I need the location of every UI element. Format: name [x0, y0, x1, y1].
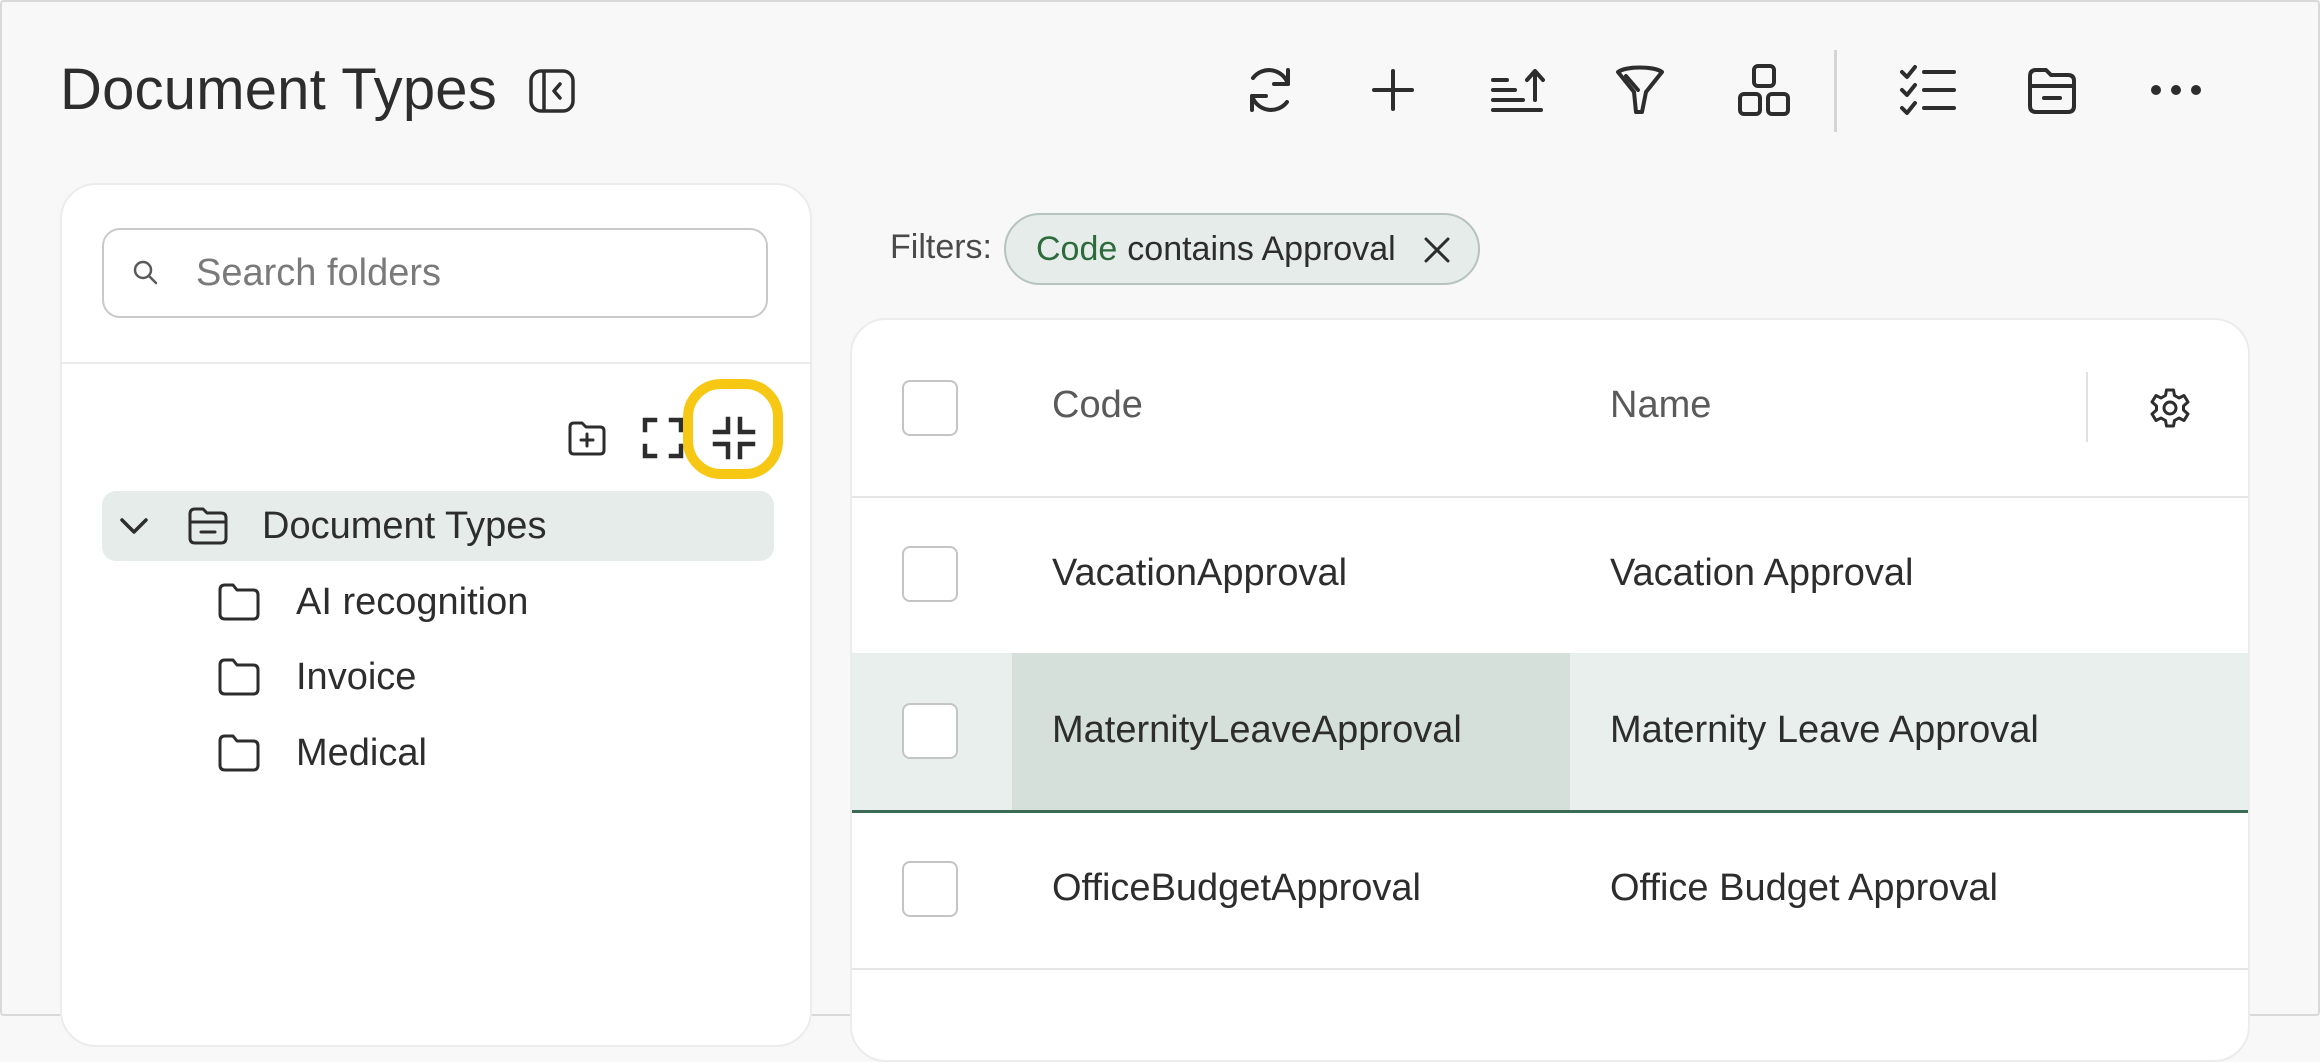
search-input[interactable]	[194, 244, 738, 302]
folder-icon	[218, 583, 260, 621]
more-button[interactable]	[2136, 50, 2216, 130]
select-all-checkbox[interactable]	[902, 380, 958, 436]
folder-button[interactable]	[2012, 50, 2092, 130]
tree-item-medical[interactable]: Medical	[216, 718, 427, 788]
panel-collapse-icon	[529, 69, 575, 113]
new-folder-icon	[568, 421, 606, 456]
tree-row-root[interactable]: Document Types	[116, 491, 546, 561]
row-checkbox[interactable]	[902, 546, 958, 602]
folder-icon	[218, 658, 260, 696]
checklist-icon	[1900, 65, 1956, 115]
plus-icon	[1372, 69, 1414, 111]
sidebar-toggle-button[interactable]	[528, 67, 576, 115]
chevron-down-icon	[120, 518, 148, 534]
folder-panel: Document Types AI recognition Invoice Me…	[60, 183, 812, 1047]
search-icon	[133, 260, 158, 285]
tree-item-ai-recognition[interactable]: AI recognition	[216, 567, 528, 637]
row-checkbox[interactable]	[902, 861, 958, 917]
filter-button[interactable]	[1600, 50, 1680, 130]
refresh-button[interactable]	[1230, 50, 1310, 130]
folder-minus-icon	[2028, 68, 2076, 114]
table-row-selected[interactable]: MaternityLeaveApproval Maternity Leave A…	[852, 653, 2248, 813]
tree-item-invoice[interactable]: Invoice	[216, 642, 416, 712]
remove-filter-button[interactable]	[1422, 235, 1452, 265]
folder-minus-icon	[188, 507, 228, 545]
cell-code: OfficeBudgetApproval	[1052, 867, 1421, 909]
tree-label: Medical	[296, 731, 427, 774]
group-button[interactable]	[1724, 50, 1804, 130]
table-row[interactable]: VacationApproval Vacation Approval	[852, 496, 2248, 655]
column-header-code[interactable]: Code	[1052, 384, 1143, 427]
table-header-row: Code Name	[852, 320, 2248, 498]
row-checkbox[interactable]	[902, 703, 958, 759]
sort-button[interactable]	[1477, 50, 1557, 130]
refresh-icon	[1250, 68, 1290, 112]
add-button[interactable]	[1353, 50, 1433, 130]
gear-icon	[2150, 388, 2190, 428]
filter-chip[interactable]: Code contains Approval	[1004, 213, 1480, 285]
tree-label: Invoice	[296, 655, 417, 698]
filter-icon	[1616, 65, 1664, 114]
cell-code: MaternityLeaveApproval	[1052, 709, 1462, 751]
cell-name: Maternity Leave Approval	[1610, 709, 2039, 751]
folder-icon	[218, 734, 260, 772]
filter-chip-text: contains Approval	[1127, 229, 1396, 268]
page-title: Document Types	[60, 57, 497, 122]
cell-name: Vacation Approval	[1610, 552, 1914, 594]
toolbar-separator	[1834, 50, 1837, 132]
search-box[interactable]	[102, 228, 768, 318]
column-separator	[2086, 372, 2088, 442]
expand-all-icon	[642, 417, 684, 459]
data-table: Code Name VacationApproval Vacation Appr…	[850, 318, 2250, 1062]
table-row[interactable]: OfficeBudgetApproval Office Budget Appro…	[852, 811, 2248, 970]
close-icon	[1424, 237, 1450, 263]
tree-label-root: Document Types	[262, 504, 547, 547]
filter-chip-field: Code	[1036, 229, 1118, 268]
highlight-ring	[683, 379, 783, 479]
tree-label: AI recognition	[296, 580, 529, 623]
more-icon	[2151, 85, 2201, 95]
column-header-name[interactable]: Name	[1610, 384, 1711, 427]
cell-name: Office Budget Approval	[1610, 867, 1998, 909]
column-settings-button[interactable]	[2148, 386, 2192, 430]
filters-label: Filters:	[890, 228, 992, 266]
checklist-button[interactable]	[1888, 50, 1968, 130]
cell-code: VacationApproval	[1052, 552, 1348, 594]
sort-icon	[1491, 69, 1545, 112]
panel-divider	[62, 362, 810, 364]
new-folder-button[interactable]	[558, 409, 616, 467]
group-icon	[1738, 64, 1790, 116]
